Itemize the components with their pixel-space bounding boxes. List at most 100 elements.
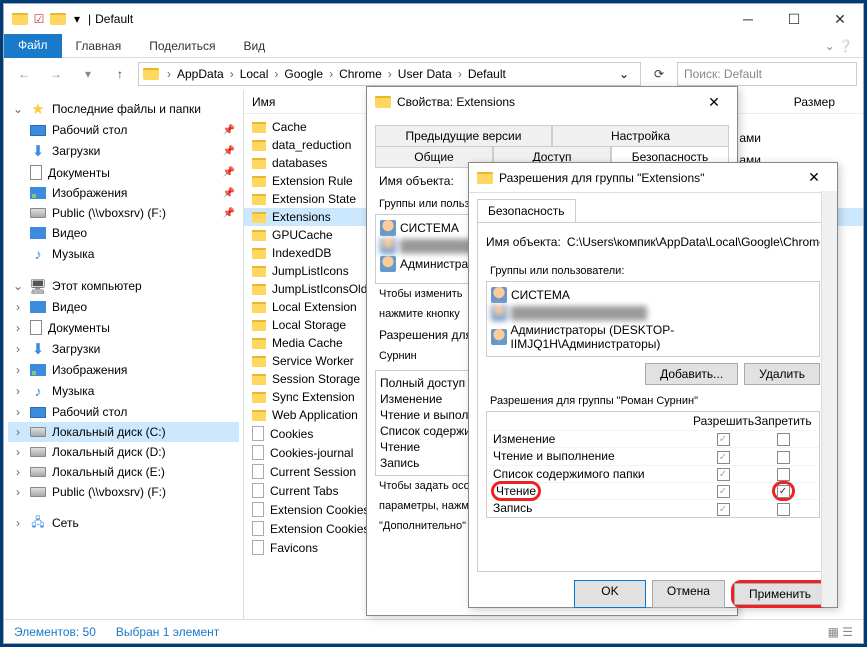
- deny-checkbox[interactable]: [777, 451, 790, 464]
- file-icon: [252, 521, 264, 536]
- dropdown-icon[interactable]: ⌄: [612, 67, 636, 81]
- nav-pictures[interactable]: Изображения📌: [8, 183, 239, 203]
- nav-pane: ⌄★Последние файлы и папки Рабочий стол📌 …: [4, 90, 244, 619]
- add-button[interactable]: Добавить...: [645, 363, 738, 385]
- nav-disk-e[interactable]: ›Локальный диск (E:): [8, 462, 239, 482]
- view-switcher[interactable]: ▦ ☰: [828, 625, 853, 639]
- status-selected: Выбран 1 элемент: [116, 625, 219, 639]
- maximize-button[interactable]: ☐: [771, 4, 817, 34]
- folder-icon: [50, 13, 66, 25]
- file-icon: [252, 502, 264, 517]
- home-tab[interactable]: Главная: [62, 35, 136, 57]
- minimize-button[interactable]: ─: [725, 4, 771, 34]
- qa-check-icon[interactable]: ☑: [28, 12, 50, 26]
- search-input[interactable]: Поиск: Default: [677, 62, 857, 86]
- deny-checkbox[interactable]: [777, 468, 790, 481]
- nav-music[interactable]: ♪Музыка: [8, 243, 239, 265]
- folder-icon: [252, 320, 266, 331]
- nav-thispc[interactable]: ⌄🖥Этот компьютер: [8, 275, 239, 297]
- folder-icon: [12, 13, 28, 25]
- folder-icon: [252, 266, 266, 277]
- folder-icon: [252, 230, 266, 241]
- nav-disk-c[interactable]: ›Локальный диск (C:): [8, 422, 239, 442]
- share-tab[interactable]: Поделиться: [135, 35, 229, 57]
- ribbon-expand[interactable]: ⌄ ❔: [825, 39, 863, 53]
- folder-icon: [252, 284, 266, 295]
- deny-checkbox[interactable]: [777, 485, 790, 498]
- ribbon: Файл Главная Поделиться Вид ⌄ ❔: [4, 34, 863, 58]
- nav-documents[interactable]: Документы📌: [8, 162, 239, 183]
- nav-pictures2[interactable]: ›Изображения: [8, 360, 239, 380]
- remove-button[interactable]: Удалить: [744, 363, 820, 385]
- deny-checkbox[interactable]: [777, 503, 790, 516]
- file-icon: [252, 445, 264, 460]
- cancel-button[interactable]: Отмена: [652, 580, 725, 608]
- close-icon[interactable]: ✕: [799, 169, 829, 186]
- folder-icon: [252, 122, 266, 133]
- allow-checkbox[interactable]: [717, 468, 730, 481]
- column-size[interactable]: Размер: [794, 95, 855, 109]
- folder-icon: [252, 176, 266, 187]
- nav-video[interactable]: Видео: [8, 223, 239, 243]
- folder-icon: [252, 140, 266, 151]
- nav-disk-d[interactable]: ›Локальный диск (D:): [8, 442, 239, 462]
- nav-public[interactable]: Public (\\vboxsrv) (F:)📌: [8, 203, 239, 223]
- folder-icon: [252, 410, 266, 421]
- allow-checkbox[interactable]: [717, 485, 730, 498]
- file-icon: [252, 483, 264, 498]
- file-icon: [252, 464, 264, 479]
- scrollbar[interactable]: [821, 191, 837, 607]
- folder-icon: [252, 212, 266, 223]
- user-icon: [491, 287, 507, 303]
- folder-icon: [252, 194, 266, 205]
- folder-icon: [252, 374, 266, 385]
- permission-table: Разрешить Запретить ИзменениеЧтение и вы…: [486, 411, 820, 518]
- ok-button[interactable]: OK: [574, 580, 646, 608]
- nav-network[interactable]: ›🖧Сеть: [8, 512, 239, 534]
- file-tab[interactable]: Файл: [4, 34, 62, 58]
- deny-checkbox[interactable]: [777, 433, 790, 446]
- up-button[interactable]: ↑: [106, 62, 134, 86]
- forward-button: →: [42, 62, 70, 86]
- status-bar: Элементов: 50 Выбран 1 элемент ▦ ☰: [4, 619, 863, 643]
- close-button[interactable]: ✕: [817, 4, 863, 34]
- folder-icon: [252, 392, 266, 403]
- dialog-title: Свойства: Extensions: [397, 95, 515, 109]
- allow-checkbox[interactable]: [717, 503, 730, 516]
- folder-icon: [477, 172, 493, 184]
- security-tab[interactable]: Безопасность: [477, 199, 576, 222]
- folder-icon: [252, 158, 266, 169]
- folder-icon: [252, 248, 266, 259]
- history-button[interactable]: ▾: [74, 62, 102, 86]
- qa-dropdown[interactable]: ▾: [66, 12, 88, 26]
- apply-button[interactable]: Применить: [734, 583, 826, 605]
- nav-desktop[interactable]: Рабочий стол📌: [8, 120, 239, 140]
- nav-downloads2[interactable]: ›⬇Загрузки: [8, 338, 239, 360]
- allow-checkbox[interactable]: [717, 433, 730, 446]
- nav-video2[interactable]: ›Видео: [8, 297, 239, 317]
- nav-downloads[interactable]: ⬇Загрузки📌: [8, 140, 239, 162]
- nav-recent[interactable]: ⌄★Последние файлы и папки: [8, 98, 239, 120]
- allow-checkbox[interactable]: [717, 451, 730, 464]
- folder-icon: [252, 338, 266, 349]
- folder-icon: [143, 68, 159, 80]
- folder-icon: [252, 356, 266, 367]
- close-icon[interactable]: ✕: [699, 94, 729, 111]
- user-icon: [380, 220, 396, 236]
- nav-public2[interactable]: ›Public (\\vboxsrv) (F:): [8, 482, 239, 502]
- folder-icon: [252, 302, 266, 313]
- status-count: Элементов: 50: [14, 625, 96, 639]
- refresh-button[interactable]: ⟳: [645, 62, 673, 86]
- user-icon: [491, 329, 507, 345]
- tab-settings[interactable]: Настройка: [552, 125, 729, 146]
- nav-desktop2[interactable]: ›Рабочий стол: [8, 402, 239, 422]
- breadcrumb[interactable]: › AppData› Local› Google› Chrome› User D…: [138, 62, 641, 86]
- back-button[interactable]: ←: [10, 62, 38, 86]
- nav-documents2[interactable]: ›Документы: [8, 317, 239, 338]
- user-list[interactable]: СИСТЕМА ████████████████ Администраторы …: [486, 281, 820, 357]
- window-title: Default: [91, 12, 725, 26]
- view-tab[interactable]: Вид: [229, 35, 279, 57]
- file-icon: [252, 426, 264, 441]
- nav-music2[interactable]: ›♪Музыка: [8, 380, 239, 402]
- tab-prev[interactable]: Предыдущие версии: [375, 125, 552, 146]
